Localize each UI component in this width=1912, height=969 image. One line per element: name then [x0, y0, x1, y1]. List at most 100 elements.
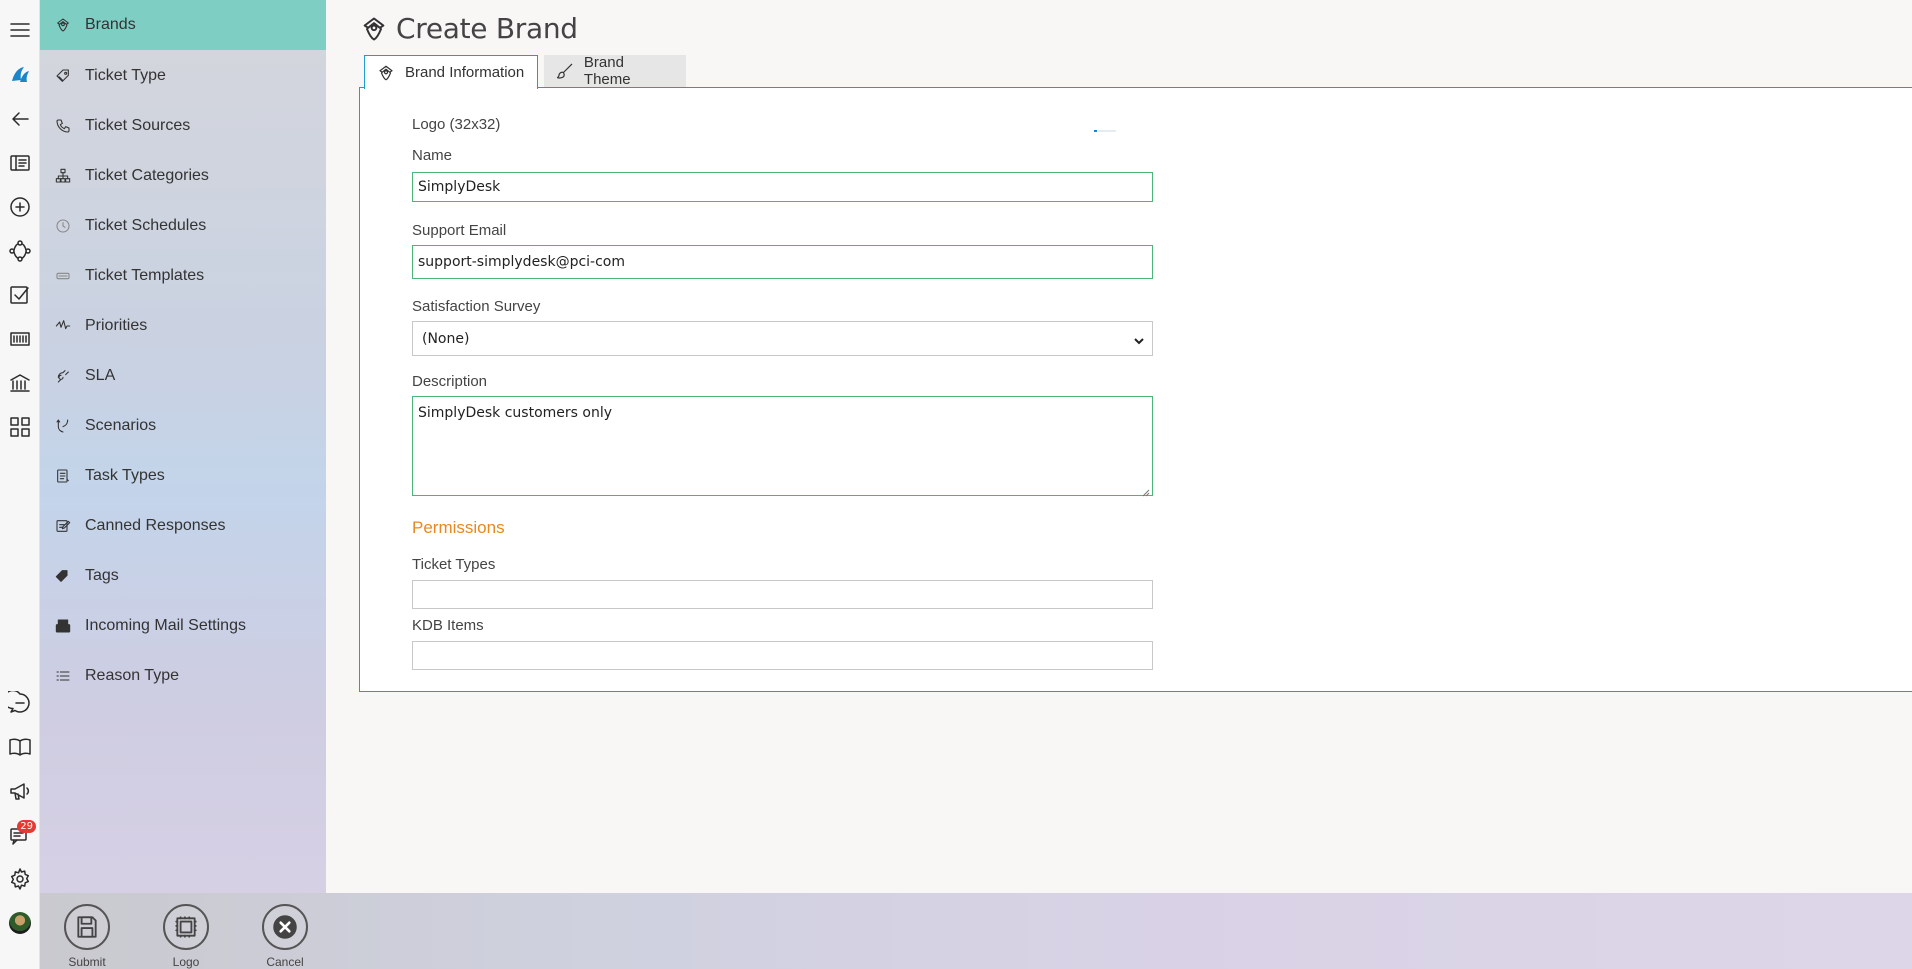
name-field[interactable]: SimplyDesk [412, 172, 1153, 202]
sidebar-item-label: Reason Type [85, 667, 179, 684]
sidebar-item-scenarios[interactable]: Scenarios [40, 401, 326, 451]
sidebar-item-ticket-templates[interactable]: Ticket Templates [40, 251, 326, 301]
sidebar-item-tags[interactable]: Tags [40, 551, 326, 601]
submit-label: Submit [68, 955, 106, 969]
logo-circle [163, 904, 209, 950]
support-email-label: Support Email [412, 222, 507, 239]
page-title: Create Brand [360, 12, 578, 45]
settings-gear-icon[interactable] [4, 863, 36, 895]
cancel-button[interactable]: Cancel [255, 904, 315, 969]
list-icon [54, 667, 72, 685]
mail-settings-icon [54, 617, 72, 635]
sidebar-item-reason-type[interactable]: Reason Type [40, 651, 326, 701]
sidebar-item-label: Brands [85, 16, 136, 33]
knowledge-book-icon[interactable] [4, 731, 36, 763]
brand-icon [363, 17, 385, 40]
description-value: SimplyDesk customers only [418, 405, 613, 421]
tab-brand-theme[interactable]: Brand Theme [544, 54, 686, 88]
submit-button[interactable]: Submit [57, 904, 117, 969]
chevron-down-icon [1134, 334, 1144, 344]
save-icon [77, 916, 97, 938]
sidebar-item-label: Ticket Type [85, 67, 166, 84]
sidebar-item-label: Ticket Categories [85, 167, 209, 184]
avatar-image [9, 912, 31, 934]
sidebar-item-label: Scenarios [85, 417, 157, 434]
name-label: Name [412, 147, 453, 164]
icon-rail: 29 [0, 0, 40, 969]
satisfaction-survey-value: (None) [422, 330, 470, 347]
sidebar-item-label: Ticket Schedules [85, 217, 207, 234]
sidebar-item-label: Tags [85, 567, 119, 584]
logo-preview-image [1094, 120, 1118, 132]
workflow-icon[interactable] [4, 235, 36, 267]
sidebar-item-ticket-sources[interactable]: Ticket Sources [40, 101, 326, 151]
sidebar-item-label: Ticket Sources [85, 117, 191, 134]
page-title-text: Create Brand [396, 12, 578, 45]
sidebar-item-brands[interactable]: Brands [40, 0, 326, 50]
add-circle-icon[interactable] [4, 191, 36, 223]
brand-icon [54, 16, 72, 34]
cancel-circle [262, 904, 308, 950]
tickets-icon[interactable] [4, 147, 36, 179]
satisfaction-survey-label: Satisfaction Survey [412, 298, 541, 315]
sidebar-item-canned-responses[interactable]: Canned Responses [40, 501, 326, 551]
ticket-types-label: Ticket Types [412, 556, 496, 573]
sidebar-item-ticket-type[interactable]: Ticket Type [40, 51, 326, 101]
sidebar-item-task-types[interactable]: Task Types [40, 451, 326, 501]
priority-icon [54, 317, 72, 335]
hierarchy-icon [54, 167, 72, 185]
kdb-items-label: KDB Items [412, 617, 484, 634]
submit-circle [64, 904, 110, 950]
notification-count-badge: 29 [17, 820, 36, 833]
action-bar [40, 893, 1912, 969]
tags-icon [54, 567, 72, 585]
app-logo-icon[interactable] [4, 59, 36, 91]
back-arrow-icon[interactable] [4, 103, 36, 135]
sidebar-item-label: SLA [85, 367, 116, 384]
kdb-items-field[interactable] [412, 641, 1153, 670]
sidebar-item-incoming-mail-settings[interactable]: Incoming Mail Settings [40, 601, 326, 651]
sidebar-item-label: Ticket Templates [85, 267, 205, 284]
cancel-icon [273, 915, 297, 939]
logo-button[interactable]: Logo [156, 904, 216, 969]
description-label: Description [412, 373, 488, 390]
sidebar-item-label: Priorities [85, 317, 148, 334]
chat-bubble-icon[interactable] [4, 687, 36, 719]
sla-icon [54, 367, 72, 385]
tab-label: Brand Information [405, 64, 525, 81]
resize-grip-icon[interactable] [1142, 485, 1150, 497]
task-icon [54, 467, 72, 485]
scenario-icon [54, 417, 72, 435]
brand-icon [379, 65, 393, 80]
settings-side-menu: Brands Ticket Type Ticket Sources Ticket… [40, 0, 326, 893]
sidebar-item-priorities[interactable]: Priorities [40, 301, 326, 351]
tasks-checkbox-icon[interactable] [4, 279, 36, 311]
sidebar-item-label: Task Types [85, 467, 165, 484]
logo-stamp-icon [175, 916, 197, 938]
ticket-types-field[interactable] [412, 580, 1153, 609]
satisfaction-survey-select[interactable]: (None) [412, 321, 1153, 356]
sidebar-item-sla[interactable]: SLA [40, 351, 326, 401]
support-email-field[interactable]: support-simplydesk@pci-com [412, 245, 1153, 279]
megaphone-icon[interactable] [4, 775, 36, 807]
permissions-heading: Permissions [412, 518, 505, 537]
sidebar-item-label: Canned Responses [85, 517, 226, 534]
template-icon [54, 267, 72, 285]
phone-icon [54, 117, 72, 135]
cancel-label: Cancel [266, 955, 304, 969]
description-textarea[interactable]: SimplyDesk customers only [412, 396, 1153, 497]
sidebar-item-ticket-categories[interactable]: Ticket Categories [40, 151, 326, 201]
tab-brand-information[interactable]: Brand Information [364, 55, 538, 89]
edit-note-icon [54, 517, 72, 535]
grid-apps-icon[interactable] [4, 411, 36, 443]
hamburger-menu-icon[interactable] [4, 14, 36, 46]
logo-label-action: Logo [172, 955, 200, 969]
user-avatar[interactable] [4, 907, 36, 939]
notifications-chat-icon[interactable]: 29 [4, 819, 36, 851]
sidebar-item-ticket-schedules[interactable]: Ticket Schedules [40, 201, 326, 251]
clock-icon [54, 217, 72, 235]
barcode-icon[interactable] [4, 323, 36, 355]
bank-icon[interactable] [4, 367, 36, 399]
tab-label: Brand Theme [583, 54, 631, 88]
tag-outline-icon [54, 67, 72, 85]
